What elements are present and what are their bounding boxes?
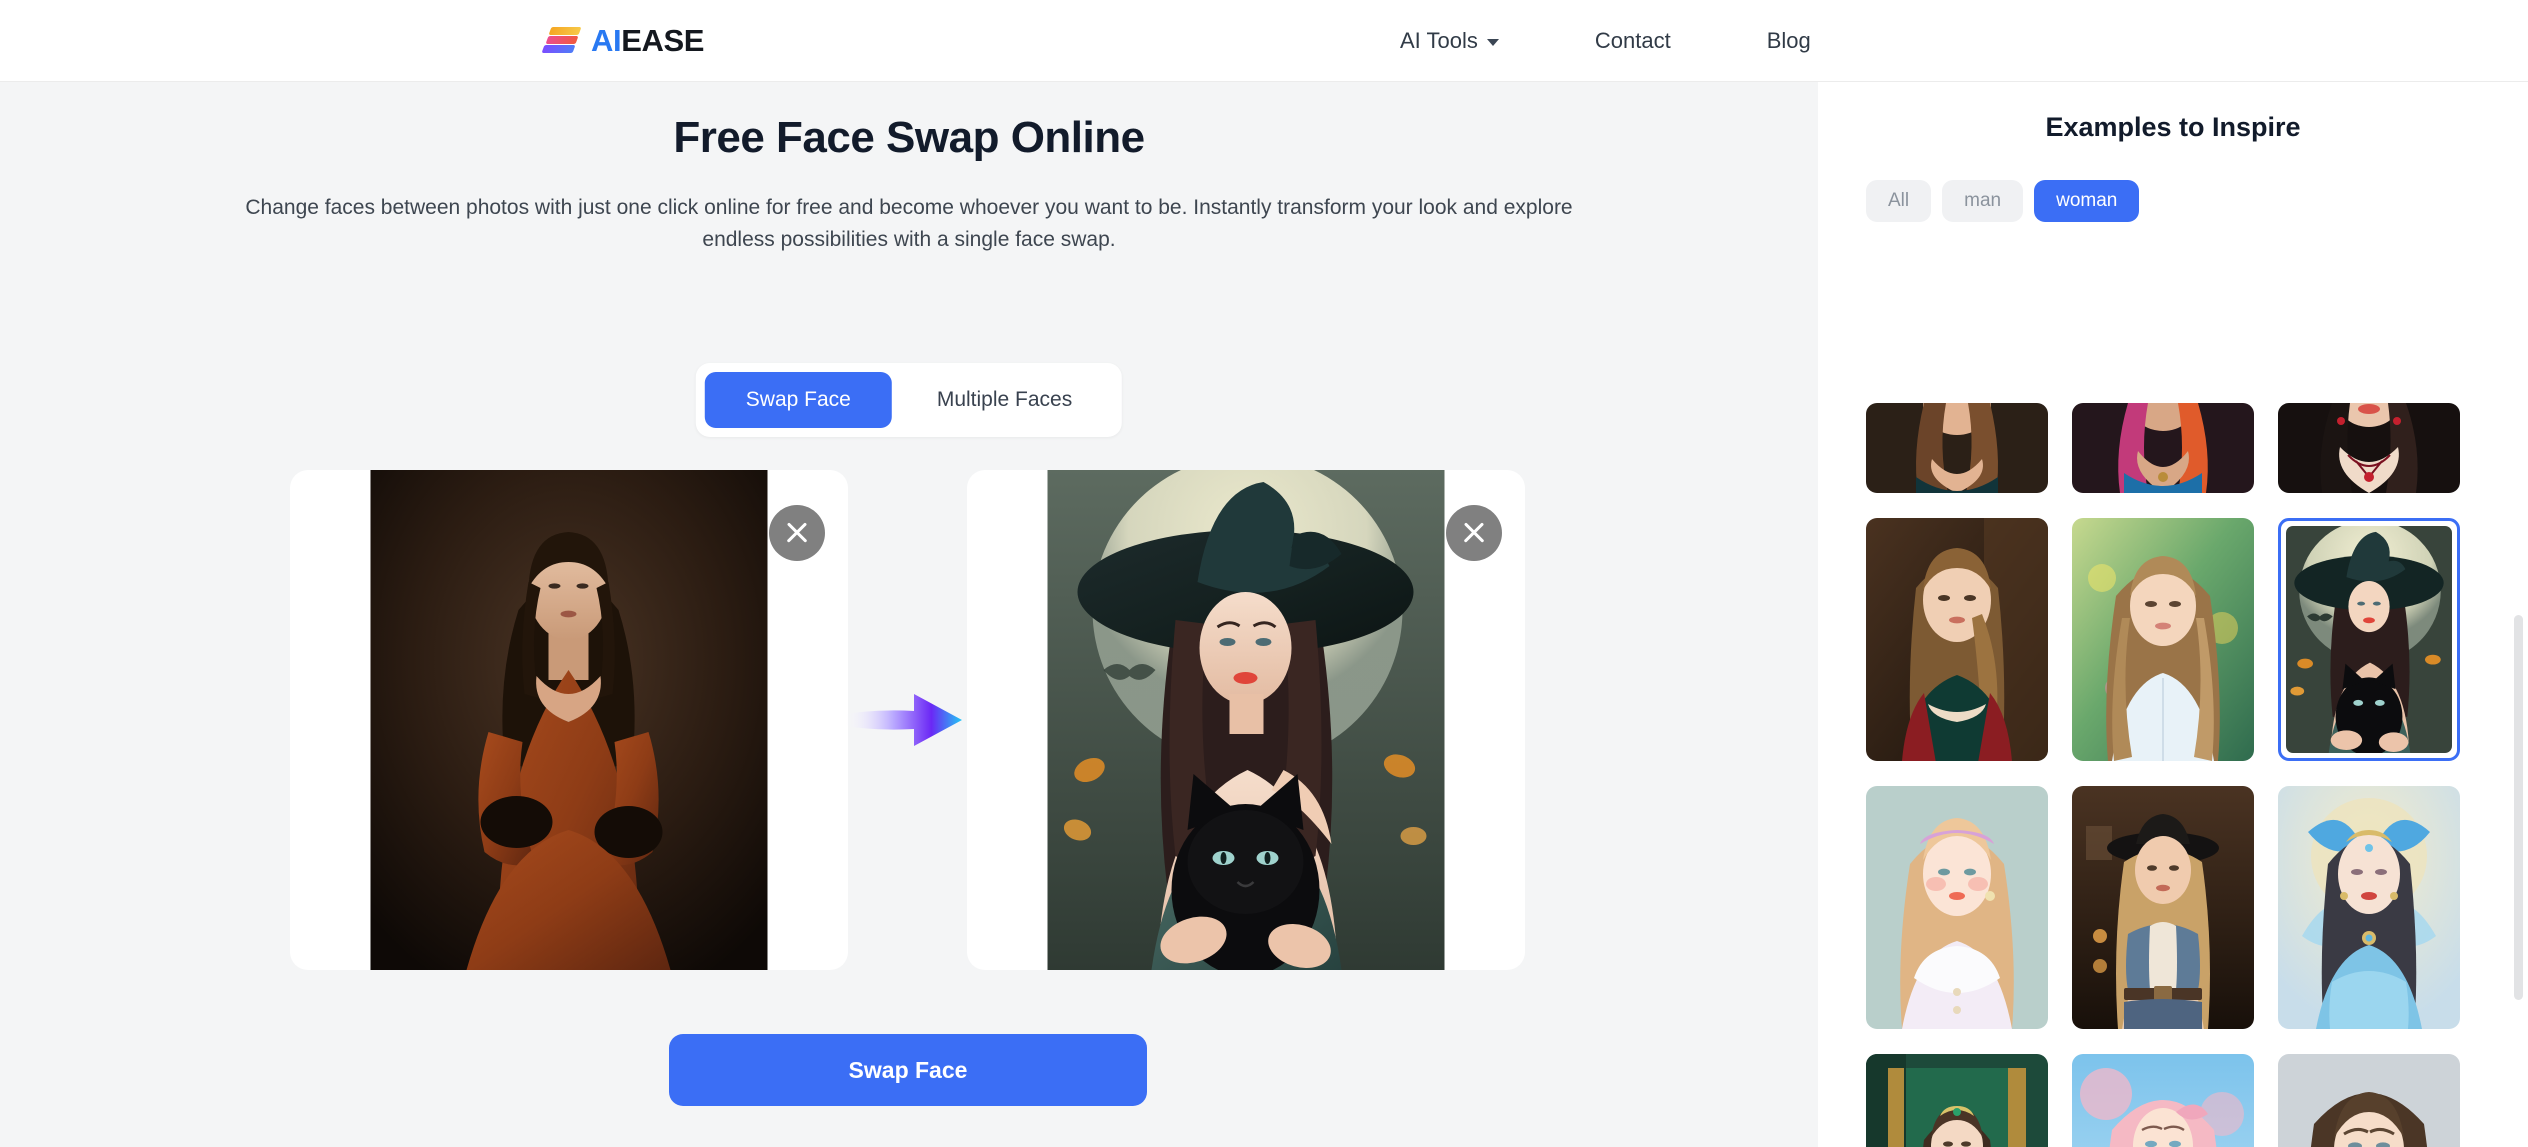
example-thumbnail[interactable]: [2278, 786, 2460, 1029]
swap-face-button[interactable]: Swap Face: [669, 1034, 1147, 1106]
source-image-artwork: [370, 470, 768, 970]
nav-item-contact-label: Contact: [1594, 27, 1671, 53]
nav-item-blog-label: Blog: [1766, 27, 1811, 53]
example-thumbnail[interactable]: [2072, 518, 2254, 761]
example-thumbnail-selected[interactable]: [2278, 518, 2460, 761]
image-cards-row: [0, 388, 1818, 970]
main-navigation: AI Tools Contact Blog d: [1400, 28, 1907, 54]
filter-chip-all[interactable]: All: [1866, 180, 1932, 222]
example-thumbnail[interactable]: [1866, 786, 2048, 1029]
example-thumbnail[interactable]: [1866, 1054, 2048, 1147]
close-icon[interactable]: [769, 505, 825, 561]
examples-panel: Examples to Inspire All man woman: [1818, 82, 2528, 1147]
nav-item-blog[interactable]: Blog: [1767, 28, 1811, 54]
examples-panel-title: Examples to Inspire: [2045, 112, 2301, 142]
close-icon[interactable]: [1446, 505, 1502, 561]
filter-chip-man[interactable]: man: [1942, 180, 2024, 222]
site-header: AIEASE AI Tools Contact Blog d: [0, 0, 2528, 82]
target-image-card[interactable]: [967, 470, 1525, 970]
nav-item-ai-tools-label: AI Tools: [1400, 27, 1478, 53]
source-image: [370, 470, 768, 970]
swap-arrow-icon: [838, 683, 968, 757]
aiease-logo-icon: [541, 25, 582, 56]
source-image-card[interactable]: [290, 470, 848, 970]
logo-text: AIEASE: [591, 25, 704, 56]
target-image-artwork: [1047, 470, 1445, 970]
page-subtitle: Change faces between photos with just on…: [245, 196, 1573, 251]
page-title: Free Face Swap Online: [673, 113, 1145, 162]
example-thumbnail[interactable]: [2072, 403, 2254, 493]
nav-item-contact[interactable]: Contact: [1595, 28, 1671, 54]
example-thumbnail[interactable]: [2278, 1054, 2460, 1147]
example-thumbnail[interactable]: [2072, 1054, 2254, 1147]
target-image: [1047, 470, 1445, 970]
logo-text-ease: EASE: [621, 23, 705, 58]
examples-grid: [1866, 250, 2506, 1147]
example-thumbnail[interactable]: [2072, 786, 2254, 1029]
logo[interactable]: AIEASE: [541, 25, 704, 56]
logo-text-ai: AI: [591, 23, 622, 58]
examples-scrollbar[interactable]: [2514, 615, 2523, 1000]
example-filters: All man woman: [1866, 180, 2140, 222]
chevron-down-icon: [1486, 38, 1499, 46]
nav-item-ai-tools[interactable]: AI Tools: [1400, 28, 1499, 54]
example-thumbnail[interactable]: [1866, 518, 2048, 761]
example-thumbnail[interactable]: [1866, 403, 2048, 493]
main-content: Free Face Swap Online Change faces betwe…: [0, 82, 1818, 1147]
filter-chip-woman[interactable]: woman: [2034, 180, 2140, 222]
example-thumbnail[interactable]: [2278, 403, 2460, 493]
